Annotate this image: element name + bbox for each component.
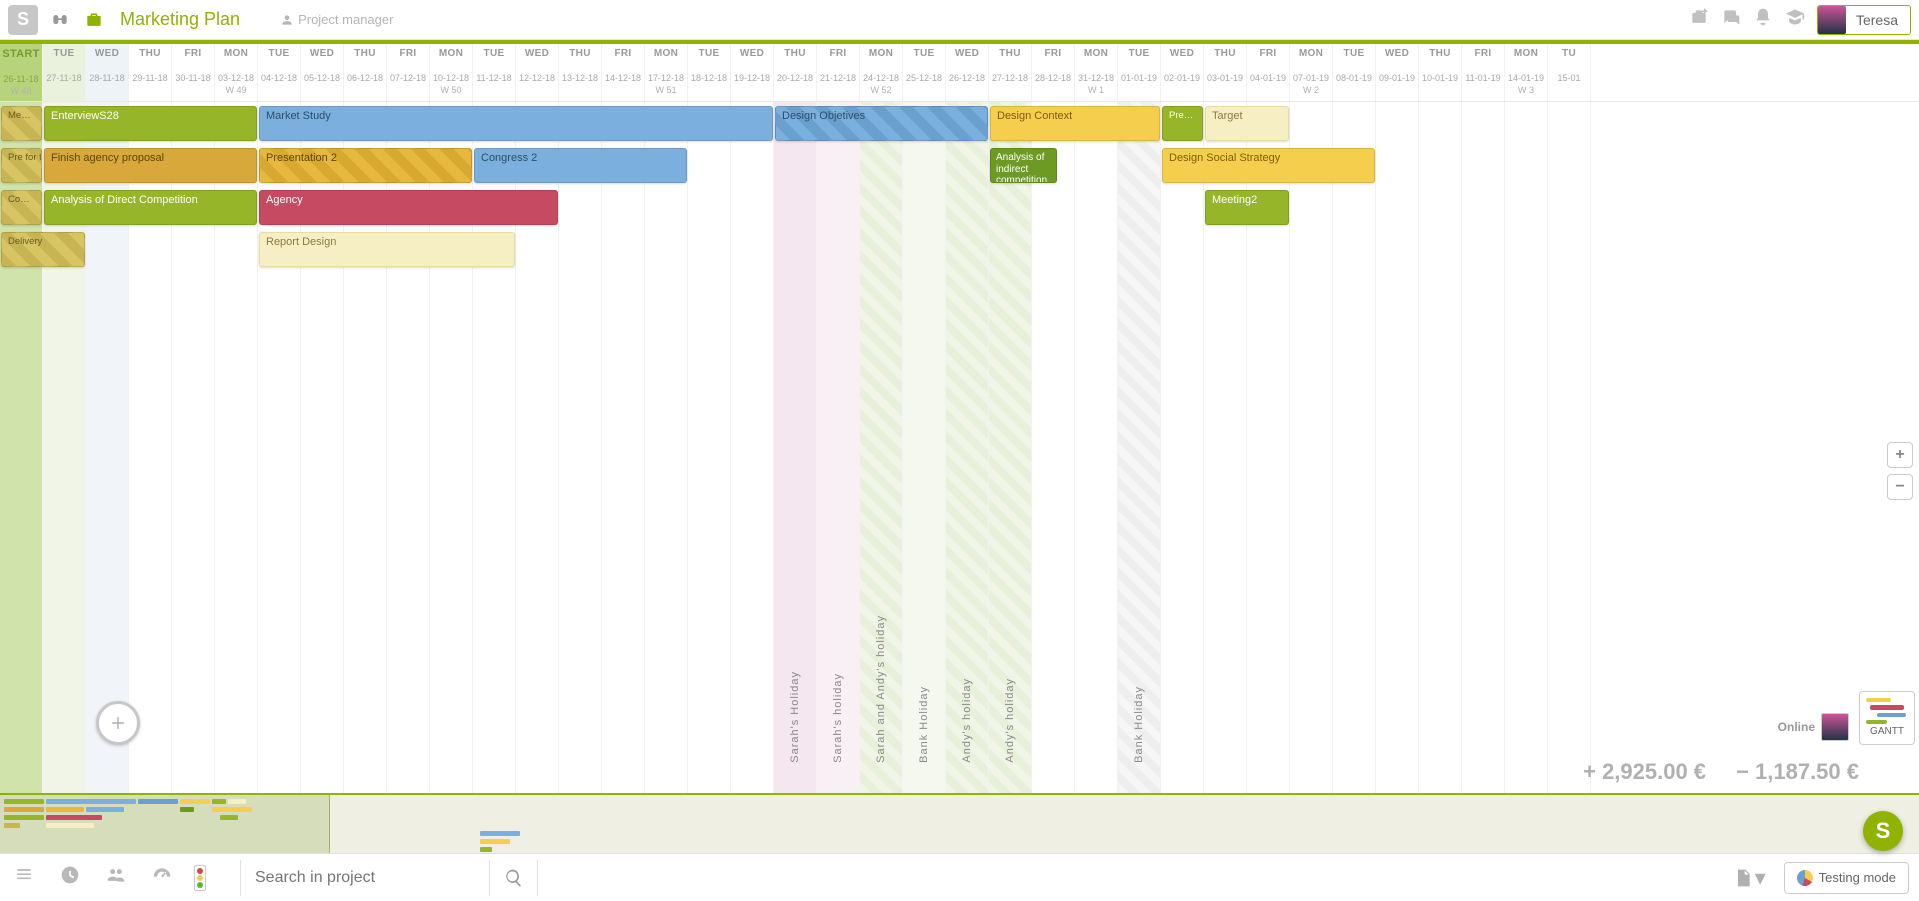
timeline-col[interactable]: WED28-11-18 bbox=[86, 44, 129, 101]
dashboard-icon[interactable] bbox=[148, 865, 176, 891]
timeline-col[interactable]: FRI07-12-18 bbox=[387, 44, 430, 101]
timeline-col[interactable]: TUE04-12-18 bbox=[258, 44, 301, 101]
task-bar[interactable]: Delivery bbox=[1, 232, 85, 267]
timeline-col[interactable]: WED02-01-19 bbox=[1161, 44, 1204, 101]
add-task-button[interactable] bbox=[96, 701, 140, 745]
avatar bbox=[1821, 713, 1849, 741]
timeline-col[interactable]: THU03-01-19 bbox=[1204, 44, 1247, 101]
topbar: S Marketing Plan Project manager Teresa bbox=[0, 0, 1919, 40]
total-expense: 1,187.50 € bbox=[1736, 759, 1859, 785]
timeline-col[interactable]: FRI28-12-18 bbox=[1032, 44, 1075, 101]
task-bar[interactable]: Pre… bbox=[1162, 106, 1203, 141]
task-bar[interactable]: Congress 2 bbox=[474, 148, 687, 183]
timeline-col[interactable]: MON10-12-18W 50 bbox=[430, 44, 473, 101]
timeline-col[interactable]: WED26-12-18 bbox=[946, 44, 989, 101]
timeline-col[interactable]: WED05-12-18 bbox=[301, 44, 344, 101]
timeline-col[interactable]: TUE11-12-18 bbox=[473, 44, 516, 101]
gantt-body: Sarah's HolidaySarah's holidaySarah and … bbox=[0, 102, 1919, 793]
timeline-col[interactable]: FRI21-12-18 bbox=[817, 44, 860, 101]
task-bar[interactable]: Pre for the bbox=[1, 148, 42, 183]
chat-icon[interactable] bbox=[1721, 7, 1741, 33]
list-icon[interactable] bbox=[10, 865, 38, 891]
task-bar[interactable]: Design Objetives bbox=[775, 106, 988, 141]
clock-icon[interactable] bbox=[56, 865, 84, 891]
bottombar: ▾ Testing mode bbox=[0, 853, 1919, 901]
timeline-col[interactable]: TUE18-12-18 bbox=[688, 44, 731, 101]
task-bar[interactable]: Finish agency proposal bbox=[44, 148, 257, 183]
task-layer: Me…EnterviewS28Market StudyDesign Objeti… bbox=[0, 102, 1919, 793]
timeline-col[interactable]: MON17-12-18W 51 bbox=[645, 44, 688, 101]
gantt-chart: START26-11-18W 48TUE27-11-18WED28-11-18T… bbox=[0, 44, 1919, 793]
timeline-col[interactable]: THU06-12-18 bbox=[344, 44, 387, 101]
timeline-col[interactable]: THU10-01-19 bbox=[1419, 44, 1462, 101]
totals: 2,925.00 € 1,187.50 € bbox=[1583, 759, 1859, 785]
timeline-col[interactable]: START26-11-18W 48 bbox=[0, 44, 43, 101]
timeline-col[interactable]: FRI14-12-18 bbox=[602, 44, 645, 101]
user-name: Teresa bbox=[1856, 12, 1898, 28]
briefcase-icon[interactable] bbox=[80, 6, 108, 34]
timeline-col[interactable]: MON31-12-18W 1 bbox=[1075, 44, 1118, 101]
task-bar[interactable]: Design Social Strategy bbox=[1162, 148, 1375, 183]
task-bar[interactable]: Analysis of Direct Competition bbox=[44, 190, 257, 225]
search-button[interactable] bbox=[490, 860, 538, 896]
timeline-col[interactable]: THU29-11-18 bbox=[129, 44, 172, 101]
pie-icon bbox=[1797, 870, 1813, 886]
total-income: 2,925.00 € bbox=[1583, 759, 1706, 785]
user-menu[interactable]: Teresa bbox=[1817, 5, 1911, 35]
binoculars-icon[interactable] bbox=[46, 6, 74, 34]
zoom-out-button[interactable]: − bbox=[1887, 474, 1913, 500]
fab-button[interactable]: S bbox=[1863, 811, 1903, 851]
task-bar[interactable]: Target bbox=[1205, 106, 1289, 141]
testing-mode-button[interactable]: Testing mode bbox=[1784, 862, 1909, 894]
document-menu[interactable]: ▾ bbox=[1733, 865, 1766, 891]
traffic-light-icon[interactable] bbox=[194, 865, 222, 891]
timeline-col[interactable]: MON07-01-19W 2 bbox=[1290, 44, 1333, 101]
task-bar[interactable]: Co… bbox=[1, 190, 42, 225]
timeline-col[interactable]: THU13-12-18 bbox=[559, 44, 602, 101]
timeline-col[interactable]: MON03-12-18W 49 bbox=[215, 44, 258, 101]
bell-icon[interactable] bbox=[1753, 7, 1773, 33]
task-bar[interactable]: Meeting2 bbox=[1205, 190, 1289, 225]
task-bar[interactable]: Me… bbox=[1, 106, 42, 141]
timeline-minimap[interactable] bbox=[0, 793, 1919, 853]
project-title: Marketing Plan bbox=[120, 9, 240, 30]
timeline-col[interactable]: TUE01-01-19 bbox=[1118, 44, 1161, 101]
timeline-col[interactable]: WED12-12-18 bbox=[516, 44, 559, 101]
timeline-col[interactable]: FRI11-01-19 bbox=[1462, 44, 1505, 101]
online-users[interactable]: Online bbox=[1778, 713, 1849, 741]
timeline-col[interactable]: THU27-12-18 bbox=[989, 44, 1032, 101]
timeline-col[interactable]: THU20-12-18 bbox=[774, 44, 817, 101]
task-bar[interactable]: Agency bbox=[259, 190, 558, 225]
zoom-controls: + − bbox=[1887, 442, 1913, 500]
timeline-col[interactable]: MON14-01-19W 3 bbox=[1505, 44, 1548, 101]
timeline-col[interactable]: FRI30-11-18 bbox=[172, 44, 215, 101]
app-logo[interactable]: S bbox=[8, 5, 38, 35]
task-bar[interactable]: Analysis of indirect competition bbox=[990, 148, 1057, 183]
timeline-col[interactable]: FRI04-01-19 bbox=[1247, 44, 1290, 101]
timeline-col[interactable]: TUE08-01-19 bbox=[1333, 44, 1376, 101]
zoom-in-button[interactable]: + bbox=[1887, 442, 1913, 468]
project-role: Project manager bbox=[280, 12, 393, 27]
timeline-col[interactable]: TUE25-12-18 bbox=[903, 44, 946, 101]
task-bar[interactable]: Report Design bbox=[259, 232, 515, 267]
team-icon[interactable] bbox=[102, 865, 130, 891]
timeline-col[interactable]: TUE27-11-18 bbox=[43, 44, 86, 101]
timeline-col[interactable]: WED09-01-19 bbox=[1376, 44, 1419, 101]
task-bar[interactable]: Design Context bbox=[990, 106, 1160, 141]
avatar bbox=[1818, 6, 1846, 34]
task-bar[interactable]: EnterviewS28 bbox=[44, 106, 257, 141]
search-input[interactable] bbox=[240, 860, 490, 896]
timeline-col[interactable]: MON24-12-18W 52 bbox=[860, 44, 903, 101]
timeline-header: START26-11-18W 48TUE27-11-18WED28-11-18T… bbox=[0, 44, 1919, 102]
task-bar[interactable]: Market Study bbox=[259, 106, 773, 141]
timeline-col[interactable]: WED19-12-18 bbox=[731, 44, 774, 101]
graduation-icon[interactable] bbox=[1785, 7, 1805, 33]
gantt-view-button[interactable]: GANTT bbox=[1859, 691, 1915, 745]
timeline-col[interactable]: TU15-01 bbox=[1548, 44, 1591, 101]
add-briefcase-icon[interactable] bbox=[1689, 7, 1709, 33]
task-bar[interactable]: Presentation 2 bbox=[259, 148, 472, 183]
